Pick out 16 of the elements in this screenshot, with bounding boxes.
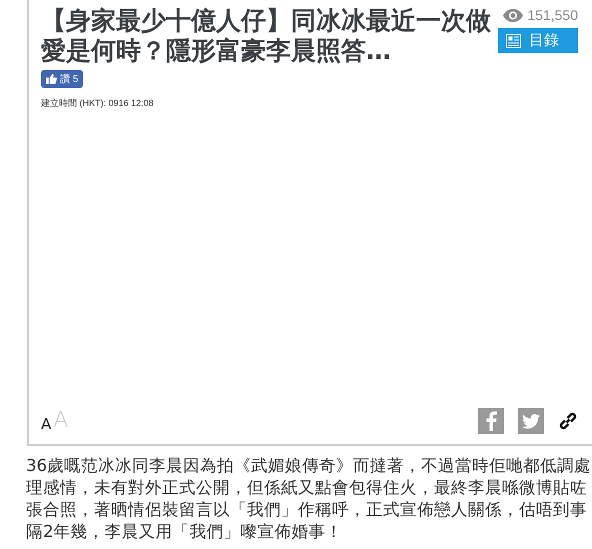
thumbs-up-icon	[46, 74, 57, 84]
font-smaller-button[interactable]: A	[41, 417, 52, 432]
list-icon	[506, 34, 521, 48]
bird-icon	[522, 414, 540, 428]
copy-link-button[interactable]	[558, 411, 578, 431]
facebook-share-button[interactable]	[478, 408, 504, 434]
eye-icon	[503, 8, 524, 22]
article-title: 【身家最少十億人仔】同冰冰最近一次做愛是何時？隱形富豪李晨照答…	[41, 6, 491, 66]
view-count: 151,550	[527, 7, 578, 23]
created-time: 建立時間 (HKT): 0916 12:08	[41, 97, 155, 110]
facebook-icon	[485, 411, 497, 431]
twitter-share-button[interactable]	[518, 408, 544, 434]
link-icon	[558, 411, 578, 431]
like-button[interactable]: 讚 5	[41, 70, 84, 88]
contents-button[interactable]: 目錄	[498, 28, 578, 53]
article-paragraph: 36歲嘅范冰冰同李晨因為拍《武媚娘傳奇》而撻著，不過當時佢哋都低調處理感情，未有對外正式公開，但係紙又點會包得住火，最終李晨喺微博貼咗張合照，著晒情侶裝留言以「我們」作稱呼，正式宣佈戀人關係，估唔到事隔2年幾，李晨又用「我們」嚟宣佈婚事！	[26, 455, 592, 543]
